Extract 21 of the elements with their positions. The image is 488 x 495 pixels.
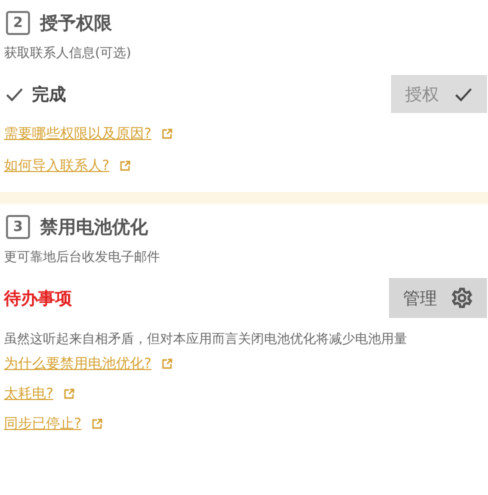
step-number: 2: [6, 11, 30, 35]
help-link[interactable]: 为什么要禁用电池优化?: [4, 355, 152, 373]
section-subtitle: 获取联系人信息(可选): [4, 45, 132, 62]
external-link-icon: [119, 160, 132, 172]
status-label: 待办事项: [4, 288, 72, 310]
status-label: 完成: [32, 84, 66, 106]
step-number: 3: [6, 215, 30, 239]
external-link-icon: [91, 418, 104, 430]
external-link-icon: [161, 358, 174, 370]
section-title: 禁用电池优化: [40, 216, 148, 239]
external-link-icon: [63, 388, 76, 400]
note-text: 虽然这听起来自相矛盾，但对本应用而言关闭电池优化将减少电池用量: [4, 331, 408, 348]
section-title: 授予权限: [40, 12, 112, 35]
help-link[interactable]: 需要哪些权限以及原因?: [4, 125, 152, 143]
help-link[interactable]: 如何导入联系人?: [4, 157, 110, 175]
help-link[interactable]: 太耗电?: [4, 385, 54, 403]
help-link[interactable]: 同步已停止?: [4, 415, 82, 433]
settings-icon: [451, 287, 473, 309]
external-link-icon: [161, 128, 174, 140]
manage-button[interactable]: 管理: [389, 278, 487, 318]
section-subtitle: 更可靠地后台收发电子邮件: [4, 249, 161, 266]
